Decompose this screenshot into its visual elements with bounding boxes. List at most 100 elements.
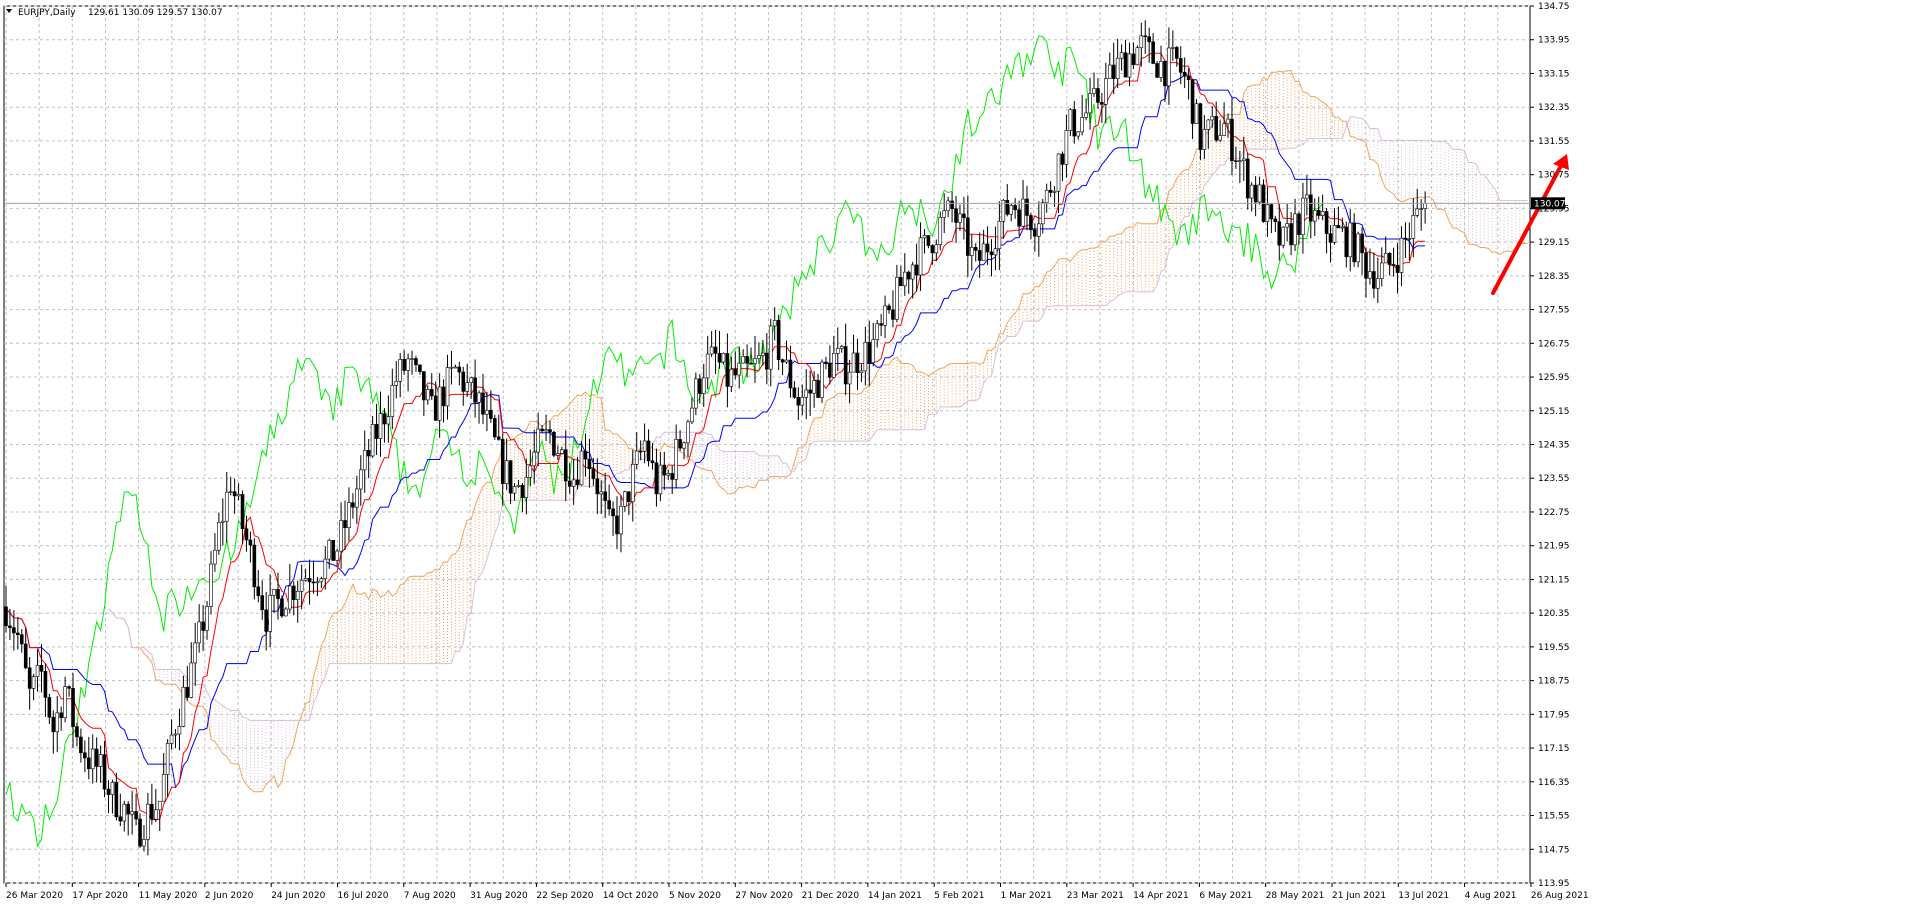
candle-body [315,581,320,584]
current-price-tag-label: 130.07 [1534,199,1566,209]
time-tick-label: 21 Jun 2021 [1332,891,1386,901]
time-tick-label: 22 Sep 2020 [536,891,593,901]
candle-body [1238,160,1242,162]
candle-body [165,743,170,775]
candle-body [378,413,383,439]
candle-body [19,634,24,645]
candle-body [670,473,675,480]
time-tick-label: 26 Mar 2020 [6,891,63,901]
candle-body [425,389,430,401]
candle-body [252,544,257,588]
candle-body [879,323,883,326]
candle-body [993,248,998,256]
candle-body [599,491,604,495]
candle-body [745,356,749,364]
time-tick-label: 23 Mar 2021 [1067,891,1124,901]
candle-body [445,367,450,407]
candle-body [469,377,473,383]
candle-body [1269,204,1274,220]
candle-body [1017,209,1021,227]
candle-body [205,606,209,631]
candle-body [284,608,288,617]
ohlc-values: 129.61 130.09 129.57 130.07 [88,8,223,18]
candle-body [473,377,477,403]
price-tick-label: 115.55 [1538,812,1570,822]
candle-body [79,736,83,754]
candle-body [1096,88,1100,103]
candle-body [1084,112,1088,118]
price-tick-label: 130.75 [1538,171,1570,181]
candle-body [1356,233,1360,263]
candle-body [1352,222,1356,263]
candle-body [524,477,529,498]
candle-body [638,450,643,453]
candle-body [295,590,300,600]
candle-body [209,563,213,607]
candle-body [757,355,761,359]
candle-body [1316,210,1321,216]
candle-body [1411,214,1416,239]
time-tick-label: 5 Feb 2021 [934,891,984,901]
time-tick-label: 13 Jul 2021 [1398,891,1449,901]
candle-body [67,686,71,689]
candle-body [820,361,824,398]
price-tick-label: 121.95 [1538,542,1570,552]
candle-body [1025,198,1029,216]
candle-body [1383,253,1388,264]
candle-body [244,528,249,541]
price-tick-label: 120.35 [1538,609,1570,619]
candle-body [1186,75,1191,80]
candle-body [1202,129,1207,150]
candle-body [863,341,868,372]
price-tick-label: 133.95 [1538,36,1570,46]
candle-body [390,384,395,417]
candle-body [1387,253,1392,265]
candle-body [382,413,387,425]
candle-body [55,712,60,733]
candle-body [504,460,509,485]
candle-body [437,386,442,421]
candle-body [1328,233,1333,243]
candle-body [556,453,560,456]
candle-body [248,539,253,546]
candle-body [319,578,324,583]
candle-body [453,366,458,369]
price-chart[interactable]: EURJPY,Daily 129.61 130.09 129.57 130.07… [0,0,1919,911]
candle-body [1013,205,1017,211]
candle-body [899,277,903,287]
candle-body [1040,202,1045,225]
candle-body [1230,118,1234,162]
candle-body [540,428,544,432]
candle-body [536,428,540,453]
candle-body [788,359,793,389]
price-tick-label: 126.75 [1538,339,1570,349]
candle-body [753,358,757,364]
price-tick-label: 127.55 [1538,306,1570,316]
candle-body [224,491,229,522]
candle-body [1332,225,1337,243]
candle-body [977,250,982,261]
candle-body [422,371,426,401]
candle-body [914,264,919,276]
candle-body [114,781,119,818]
candle-body [138,818,142,847]
candle-body [954,208,958,223]
candle-body [240,494,245,530]
candle-body [1206,119,1211,130]
candle-body [1167,47,1171,87]
time-tick-label: 28 May 2021 [1266,891,1325,901]
candle-body [1155,63,1159,78]
candle-body [362,449,367,471]
candle-body [12,627,16,634]
candle-body [1182,72,1187,77]
candle-body [16,632,20,636]
candle-body [1336,225,1341,229]
candle-body [481,392,485,415]
candle-body [654,462,659,495]
chart-window[interactable]: EURJPY,Daily 129.61 130.09 129.57 130.07… [0,0,1919,911]
candle-body [323,558,328,579]
candle-body [516,484,521,487]
candle-body [1076,131,1081,137]
candle-body [887,305,891,311]
price-tick-label: 128.35 [1538,272,1570,282]
